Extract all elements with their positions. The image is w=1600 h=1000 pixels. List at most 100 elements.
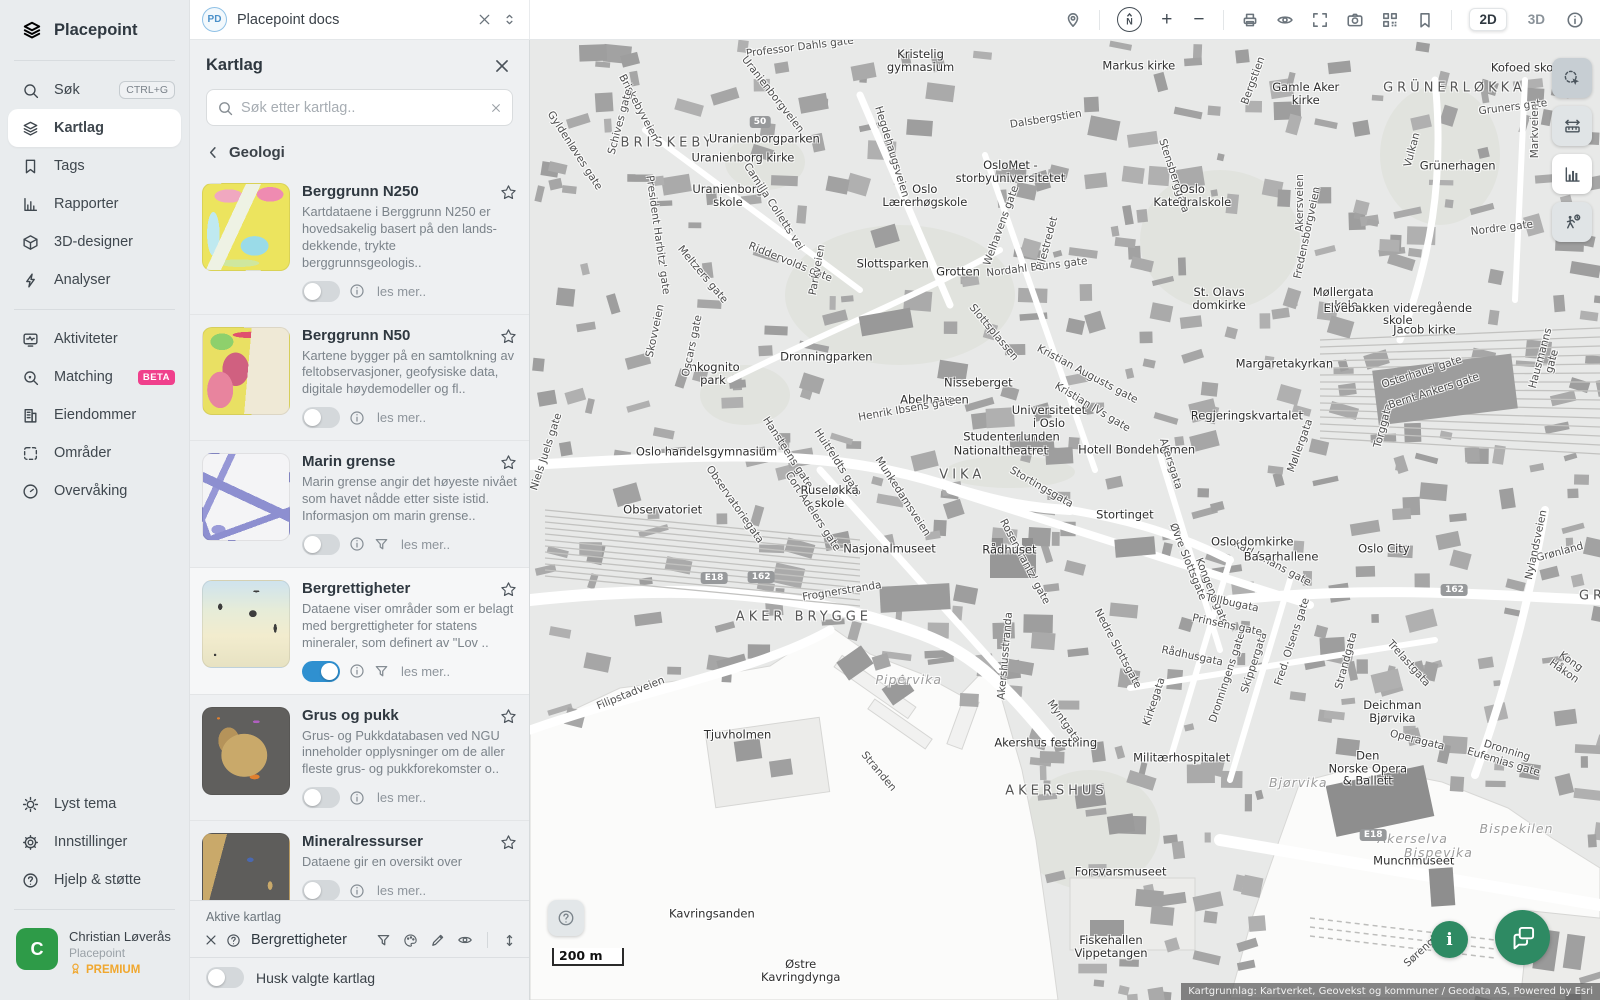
layer-card-berggrunn-n50[interactable]: Berggrunn N50 Kartene bygger på en samtol… bbox=[190, 315, 529, 442]
read-more-link[interactable]: les mer.. bbox=[401, 664, 450, 679]
avatar: C bbox=[16, 928, 58, 970]
chart-tool-button[interactable] bbox=[1552, 154, 1592, 194]
sidebar-item-sok[interactable]: Søk CTRL+G bbox=[0, 71, 189, 109]
map-toolbar: N + − 2D 3D bbox=[530, 7, 1600, 32]
sidebar-item-label: Søk bbox=[54, 82, 80, 98]
layer-description: Marin grense angir det høyeste nivået so… bbox=[302, 474, 517, 524]
edit-icon[interactable] bbox=[430, 933, 445, 948]
doc-close-icon[interactable] bbox=[477, 12, 492, 27]
visibility-icon[interactable] bbox=[1276, 11, 1294, 29]
layer-description: Kartene bygger på en samtolkning av felt… bbox=[302, 347, 514, 397]
map-help-button[interactable] bbox=[548, 900, 584, 936]
bookmark-icon[interactable] bbox=[1416, 11, 1434, 29]
doc-title[interactable]: Placepoint docs bbox=[237, 12, 467, 28]
info-icon[interactable] bbox=[349, 283, 365, 299]
star-icon[interactable] bbox=[500, 708, 517, 725]
reorder-icon[interactable] bbox=[502, 933, 517, 948]
star-icon[interactable] bbox=[500, 581, 517, 598]
sidebar-item-overvaking[interactable]: Overvåking bbox=[0, 472, 189, 510]
travel-time-tool-button[interactable] bbox=[1552, 202, 1592, 242]
zoom-out-button[interactable]: − bbox=[1191, 10, 1206, 29]
map-canvas[interactable]: Professor Dahls gate Kristelig gymnasium M… bbox=[530, 40, 1600, 1000]
read-more-link[interactable]: les mer.. bbox=[377, 790, 426, 805]
sidebar-item-matching[interactable]: Matching BETA bbox=[0, 358, 189, 396]
read-more-link[interactable]: les mer.. bbox=[377, 410, 426, 425]
active-layer-row[interactable]: Bergrettigheter bbox=[190, 926, 529, 957]
sidebar-nav-secondary: Aktiviteter Matching BETA Eiendommer Områder… bbox=[0, 314, 189, 516]
read-more-link[interactable]: les mer.. bbox=[377, 883, 426, 898]
sidebar-item-hjelp-stotte[interactable]: Hjelp & støtte bbox=[0, 861, 189, 899]
print-icon[interactable] bbox=[1241, 11, 1259, 29]
fullscreen-icon[interactable] bbox=[1311, 11, 1329, 29]
doc-swap-icon[interactable] bbox=[502, 12, 517, 27]
sidebar-item-lyst-tema[interactable]: Lyst tema bbox=[0, 785, 189, 823]
compass-icon[interactable]: N bbox=[1117, 7, 1143, 32]
view-2d-button[interactable]: 2D bbox=[1469, 8, 1507, 31]
sun-icon bbox=[22, 796, 39, 813]
layer-toggle[interactable] bbox=[302, 880, 340, 902]
star-icon[interactable] bbox=[500, 454, 517, 471]
remove-layer-icon[interactable] bbox=[204, 933, 218, 947]
filter-icon[interactable] bbox=[374, 664, 389, 679]
filter-icon[interactable] bbox=[374, 537, 389, 552]
info-icon[interactable] bbox=[349, 790, 365, 806]
sidebar-item-innstillinger[interactable]: Innstillinger bbox=[0, 823, 189, 861]
layer-search[interactable] bbox=[206, 89, 513, 126]
qr-code-icon[interactable] bbox=[1381, 11, 1399, 29]
select-tool-button[interactable] bbox=[1552, 58, 1592, 98]
eye-icon[interactable] bbox=[457, 932, 473, 948]
sidebar-item-label: 3D-designer bbox=[54, 234, 133, 250]
layer-search-input[interactable] bbox=[241, 99, 482, 116]
layer-toggle[interactable] bbox=[302, 787, 340, 809]
breadcrumb-geologi[interactable]: Geologi bbox=[190, 136, 529, 171]
info-icon[interactable] bbox=[349, 663, 365, 679]
remember-layers-toggle[interactable] bbox=[206, 967, 244, 988]
layer-title: Bergrettigheter bbox=[302, 579, 411, 597]
sidebar-item-analyser[interactable]: Analyser bbox=[0, 261, 189, 299]
star-icon[interactable] bbox=[500, 184, 517, 201]
layer-thumbnail bbox=[202, 579, 290, 668]
read-more-link[interactable]: les mer.. bbox=[377, 284, 426, 299]
sidebar-item-tags[interactable]: Tags bbox=[0, 147, 189, 185]
chat-fab-button[interactable] bbox=[1495, 910, 1550, 965]
star-icon[interactable] bbox=[500, 328, 517, 345]
measure-tool-button[interactable] bbox=[1552, 106, 1592, 146]
layer-thumbnail bbox=[202, 453, 290, 542]
divider bbox=[14, 909, 175, 910]
user-profile[interactable]: C Christian Løverås Placepoint PREMIUM bbox=[0, 914, 189, 1000]
read-more-link[interactable]: les mer.. bbox=[401, 537, 450, 552]
info-icon[interactable] bbox=[349, 883, 365, 899]
active-layers-section: Aktive kartlag Bergrettigheter Husk valg… bbox=[190, 900, 529, 1000]
info-icon[interactable] bbox=[1566, 11, 1584, 29]
info-icon[interactable] bbox=[349, 410, 365, 426]
screenshot-icon[interactable] bbox=[1346, 11, 1364, 29]
sidebar-item-kartlag[interactable]: Kartlag bbox=[8, 109, 181, 147]
sidebar-item-3d-designer[interactable]: 3D-designer bbox=[0, 223, 189, 261]
locate-icon[interactable] bbox=[1064, 11, 1082, 29]
layer-toggle[interactable] bbox=[302, 280, 340, 302]
layer-legend-icon[interactable] bbox=[226, 933, 241, 948]
palette-icon[interactable] bbox=[403, 933, 418, 948]
sidebar-item-aktiviteter[interactable]: Aktiviteter bbox=[0, 320, 189, 358]
layer-card-grus-og-pukk[interactable]: Grus og pukk Grus- og Pukkdatabasen ved N… bbox=[190, 695, 529, 822]
info-icon[interactable] bbox=[349, 536, 365, 552]
layer-card-berggrunn-n250[interactable]: Berggrunn N250 Kartdataene i Berggrunn N2… bbox=[190, 171, 529, 315]
building-icon bbox=[22, 407, 39, 424]
layer-card-marin-grense[interactable]: Marin grense Marin grense angir det høyes… bbox=[190, 441, 529, 568]
filter-icon[interactable] bbox=[376, 933, 391, 948]
layer-toggle[interactable] bbox=[302, 407, 340, 429]
layer-toggle[interactable] bbox=[302, 533, 340, 555]
sidebar-item-omrader[interactable]: Områder bbox=[0, 434, 189, 472]
app-logo[interactable]: Placepoint bbox=[0, 0, 189, 56]
clear-search-icon[interactable] bbox=[490, 102, 502, 114]
layer-card-bergrettigheter[interactable]: Bergrettigheter Dataene viser områder som… bbox=[190, 567, 529, 695]
sidebar-item-label: Analyser bbox=[54, 272, 111, 288]
view-3d-button[interactable]: 3D bbox=[1524, 9, 1549, 30]
layer-toggle[interactable] bbox=[302, 660, 340, 682]
panel-close-icon[interactable] bbox=[493, 57, 511, 75]
star-icon[interactable] bbox=[500, 834, 517, 851]
info-fab-button[interactable]: i bbox=[1431, 921, 1468, 958]
zoom-in-button[interactable]: + bbox=[1159, 10, 1174, 29]
sidebar-item-eiendommer[interactable]: Eiendommer bbox=[0, 396, 189, 434]
sidebar-item-rapporter[interactable]: Rapporter bbox=[0, 185, 189, 223]
